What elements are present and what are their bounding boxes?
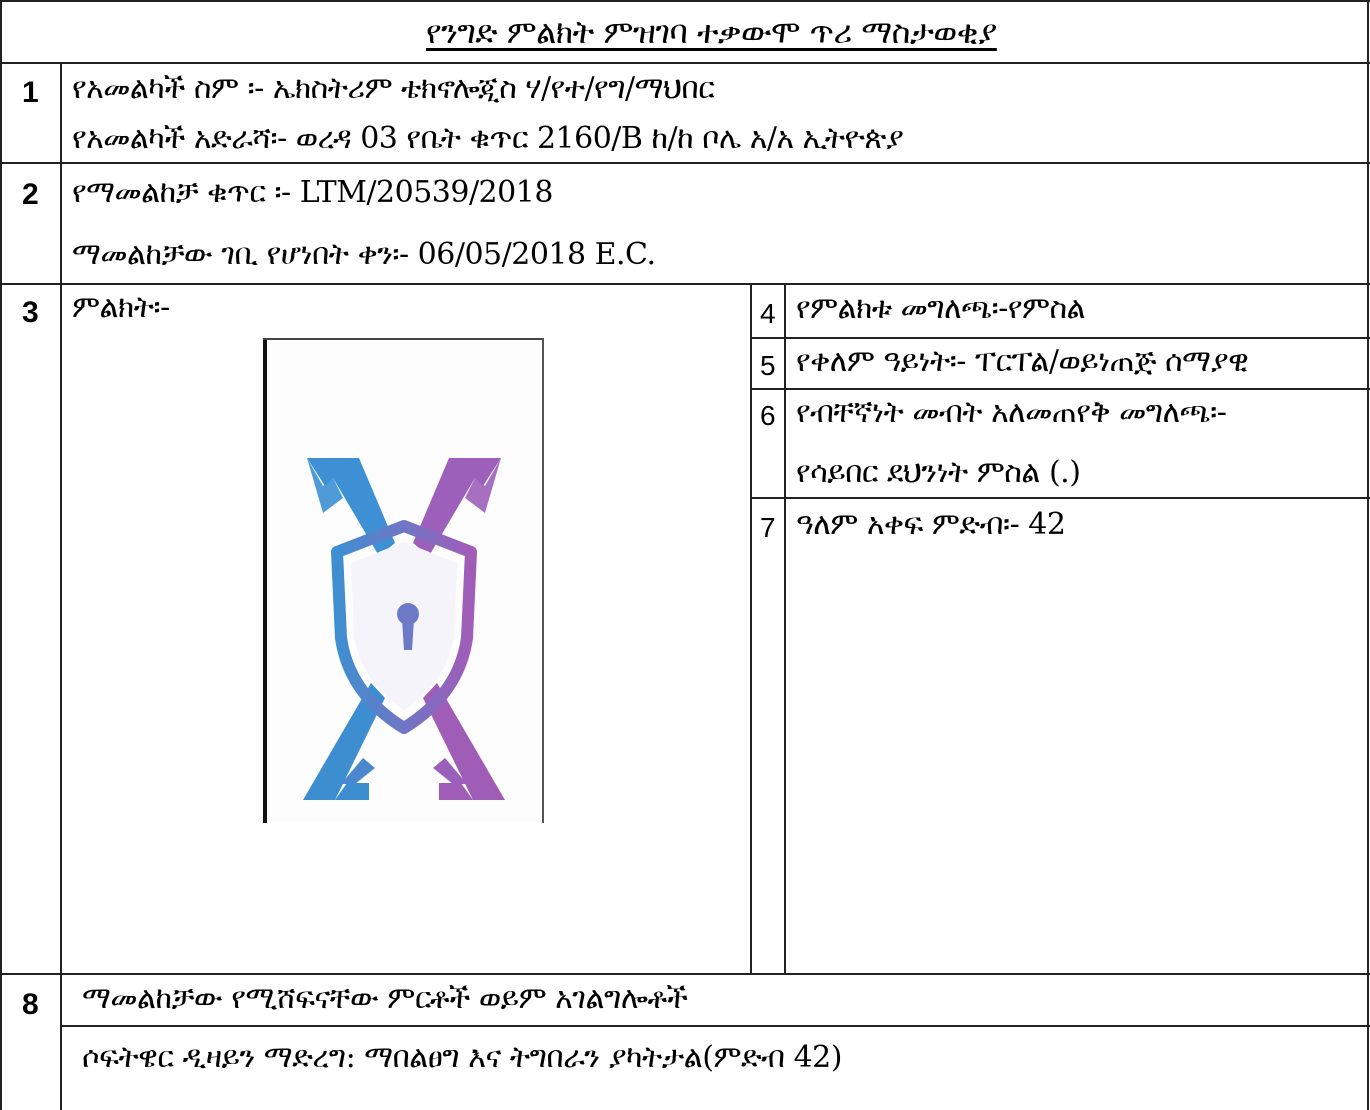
owner-name: የአመልካች ስም ፡- ኤክስትሪም ቴክኖሎጂስ ሃ/የተ/የግ/ማህበር	[72, 71, 715, 106]
color-type: የቀለም ዓይነት፡- ፐርፐል/ወይነጠጅ ሰማያዊ	[796, 344, 1249, 379]
row-number-7: 7	[760, 512, 776, 543]
divider-after-row1	[0, 162, 1370, 164]
goods-services-label: ማመልከቻው የሚሸፍናቸው ምርቶች ወይም አገልግሎቶች	[82, 981, 688, 1016]
row-number-2: 2	[22, 178, 39, 211]
owner-address: የአመልካች አድራሻ፡- ወረዳ 03 የቤት ቁጥር 2160/B ከ/ከ …	[72, 121, 904, 156]
trademark-opposition-notice: የንግድ ምልክት ምዝገባ ተቃውሞ ጥሪ ማስታወቂያ 1 የአመልካች ስ…	[0, 0, 1370, 1110]
number-column-divider	[60, 62, 62, 1110]
mark-description: የምልክቱ መግለጫ፡-የምስል	[796, 291, 1086, 326]
border-top	[0, 0, 1370, 2]
row-number-6: 6	[760, 400, 776, 431]
middle-column-divider	[750, 283, 752, 973]
mark-image	[263, 338, 544, 823]
disclaimer-value: የሳይበር ደህንነት ምስል (.)	[796, 455, 1081, 490]
filing-date: ማመልከቻው ገቢ የሆነበት ቀን፡- 06/05/2018 E.C.	[72, 237, 656, 272]
row-number-1: 1	[22, 76, 39, 109]
divider-after-title	[0, 62, 1370, 64]
nice-class: ዓለም አቀፍ ምድብ፡- 42	[796, 507, 1066, 542]
divider-right-4	[750, 337, 1370, 339]
goods-services-value: ሶፍትዌር ዲዛይን ማድረግ: ማበልፀግ እና ትግበራን ያካትታል(ምድ…	[82, 1040, 842, 1075]
divider-right-6	[750, 497, 1370, 499]
right-number-divider	[784, 283, 786, 973]
notice-title: የንግድ ምልክት ምዝገባ ተቃውሞ ጥሪ ማስታወቂያ	[426, 13, 997, 51]
row-number-3: 3	[22, 296, 39, 329]
divider-row8-inner	[62, 1025, 1370, 1027]
disclaimer-label: የብቸኛነት መብት አለመጠየቅ መግለጫ፡-	[796, 395, 1227, 430]
divider-right-5	[750, 388, 1370, 390]
border-left	[0, 0, 2, 1110]
x-shield-keyhole-logo-icon	[303, 458, 505, 800]
divider-after-row3	[0, 973, 1370, 975]
row-number-8: 8	[22, 988, 39, 1021]
mark-label: ምልክት፡-	[72, 290, 170, 325]
border-right	[1367, 0, 1369, 1110]
divider-after-row2	[0, 283, 1370, 285]
row-number-4: 4	[760, 298, 776, 329]
application-number: የማመልከቻ ቁጥር ፡- LTM/20539/2018	[72, 175, 553, 210]
row-number-5: 5	[760, 350, 776, 381]
